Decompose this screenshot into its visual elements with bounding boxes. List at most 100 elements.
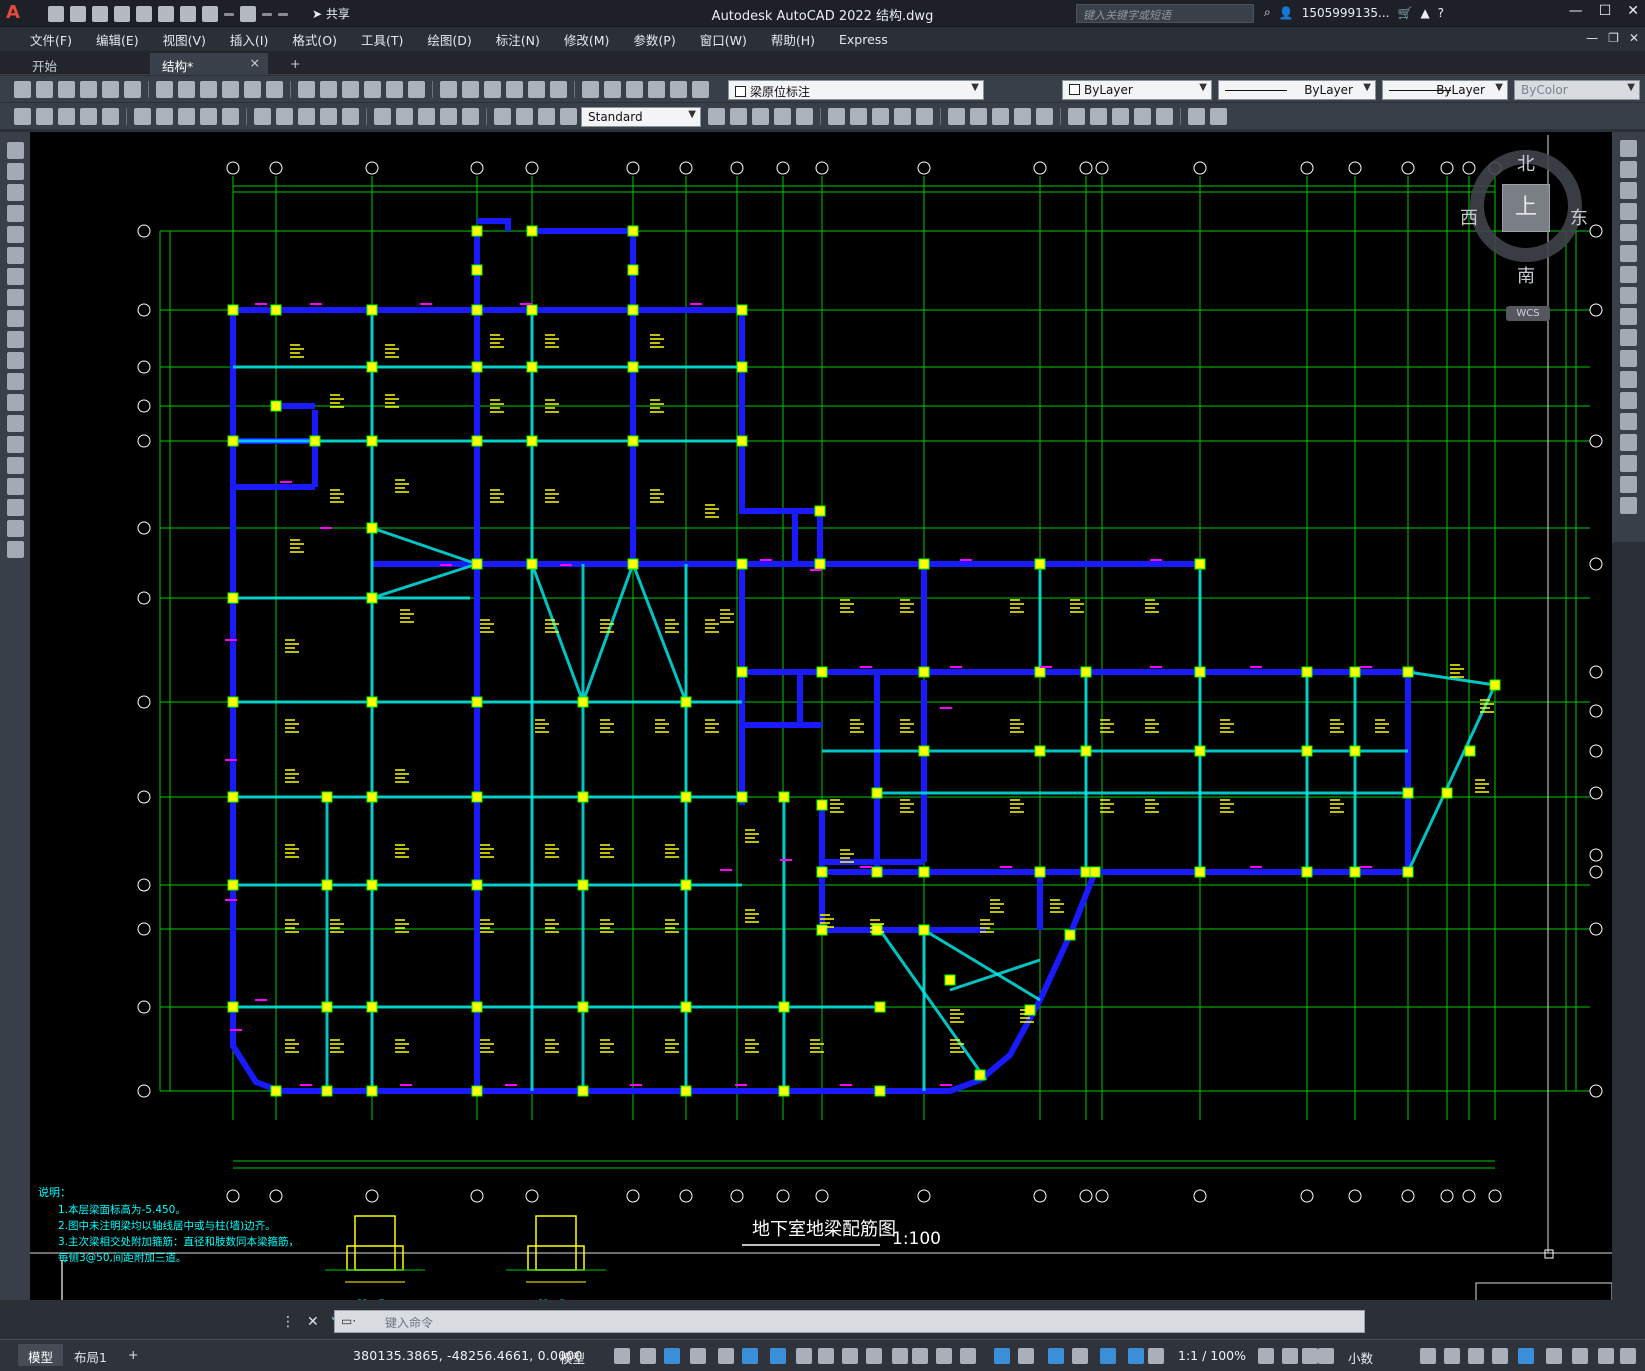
status-toggle-icon[interactable] — [796, 1348, 812, 1364]
view-tool-icon[interactable] — [948, 108, 965, 125]
view-tool-icon[interactable] — [916, 108, 933, 125]
tab-close-icon[interactable]: × — [250, 55, 260, 70]
status-toggle-icon[interactable] — [1318, 1348, 1334, 1364]
standard-tool-icon[interactable] — [266, 81, 283, 98]
status-toggle-icon[interactable] — [718, 1348, 734, 1364]
viewcube-top-face[interactable]: 上 — [1502, 184, 1550, 232]
menu-item-6[interactable]: 绘图(D) — [415, 30, 483, 49]
standard-tool-icon[interactable] — [58, 81, 75, 98]
status-toggle-icon[interactable] — [770, 1348, 786, 1364]
standard-tool-icon[interactable] — [408, 81, 425, 98]
modify-tool-icon[interactable] — [1620, 287, 1637, 304]
standard-tool-icon[interactable] — [462, 81, 479, 98]
modify-tool-icon[interactable] — [1620, 182, 1637, 199]
standard-tool-icon[interactable] — [124, 81, 141, 98]
doc-close-icon[interactable]: ✕ — [1629, 31, 1639, 45]
menu-item-11[interactable]: 帮助(H) — [759, 30, 827, 49]
draw-tool-icon[interactable] — [7, 499, 24, 516]
dimension-tool-icon[interactable] — [440, 108, 457, 125]
standard-tool-icon[interactable] — [244, 81, 261, 98]
share-button[interactable]: ➤ 共享 — [312, 5, 350, 22]
plotstyle-dropdown[interactable]: ByColor ▼ — [1514, 80, 1640, 100]
view-tool-icon[interactable] — [1068, 108, 1085, 125]
modify-tool-icon[interactable] — [1620, 140, 1637, 157]
status-toggle-icon[interactable] — [1100, 1348, 1116, 1364]
standard-tool-icon[interactable] — [14, 81, 31, 98]
standard-tool-icon[interactable] — [298, 81, 315, 98]
add-layout-button[interactable]: + — [118, 1344, 148, 1366]
status-toggle-icon[interactable] — [640, 1348, 656, 1364]
status-toggle-icon[interactable] — [1444, 1348, 1460, 1364]
menu-item-12[interactable]: Express — [827, 32, 900, 47]
modify-tool-icon[interactable] — [1620, 350, 1637, 367]
view-tool-icon[interactable] — [1210, 108, 1227, 125]
draw-tool-icon[interactable] — [7, 184, 24, 201]
modify-tool-icon[interactable] — [1620, 308, 1637, 325]
view-tool-icon[interactable] — [708, 108, 725, 125]
dimension-tool-icon[interactable] — [14, 108, 31, 125]
modify-tool-icon[interactable] — [1620, 476, 1637, 493]
standard-tool-icon[interactable] — [670, 81, 687, 98]
draw-tool-icon[interactable] — [7, 310, 24, 327]
dimension-tool-icon[interactable] — [560, 108, 577, 125]
standard-tool-icon[interactable] — [342, 81, 359, 98]
draw-tool-icon[interactable] — [7, 268, 24, 285]
view-tool-icon[interactable] — [1134, 108, 1151, 125]
close-icon[interactable]: ✕ — [1627, 3, 1639, 19]
redo-dropdown-icon[interactable] — [262, 12, 272, 16]
annotation-scale[interactable]: 1:1 / 100% — [1178, 1348, 1246, 1363]
status-toggle-icon[interactable] — [842, 1348, 858, 1364]
view-tool-icon[interactable] — [970, 108, 987, 125]
undo-icon[interactable] — [202, 6, 218, 22]
dimension-tool-icon[interactable] — [418, 108, 435, 125]
standard-tool-icon[interactable] — [364, 81, 381, 98]
view-tool-icon[interactable] — [796, 108, 813, 125]
redo-icon[interactable] — [240, 6, 256, 22]
dimension-tool-icon[interactable] — [374, 108, 391, 125]
modify-tool-icon[interactable] — [1620, 329, 1637, 346]
command-input[interactable]: ▭· 键入命令 — [334, 1310, 1365, 1333]
viewcube-south[interactable]: 南 — [1517, 262, 1535, 288]
modify-tool-icon[interactable] — [1620, 434, 1637, 451]
undo-dropdown-icon[interactable] — [224, 12, 234, 16]
standard-tool-icon[interactable] — [80, 81, 97, 98]
dimension-tool-icon[interactable] — [58, 108, 75, 125]
menu-item-9[interactable]: 参数(P) — [621, 30, 687, 49]
status-toggle-icon[interactable] — [1492, 1348, 1508, 1364]
modify-tool-icon[interactable] — [1620, 224, 1637, 241]
draw-tool-icon[interactable] — [7, 247, 24, 264]
status-toggle-icon[interactable] — [1258, 1348, 1274, 1364]
standard-tool-icon[interactable] — [178, 81, 195, 98]
view-tool-icon[interactable] — [894, 108, 911, 125]
dimension-tool-icon[interactable] — [134, 108, 151, 125]
menu-item-4[interactable]: 格式(O) — [280, 30, 349, 49]
status-toggle-icon[interactable] — [1572, 1348, 1588, 1364]
standard-tool-icon[interactable] — [440, 81, 457, 98]
view-tool-icon[interactable] — [1090, 108, 1107, 125]
draw-tool-icon[interactable] — [7, 331, 24, 348]
standard-tool-icon[interactable] — [320, 81, 337, 98]
dimension-tool-icon[interactable] — [298, 108, 315, 125]
dimension-tool-icon[interactable] — [222, 108, 239, 125]
autodesk-account-icon[interactable]: ▲ — [1420, 6, 1429, 20]
status-toggle-icon[interactable] — [1302, 1348, 1318, 1364]
view-tool-icon[interactable] — [850, 108, 867, 125]
cart-icon[interactable]: 🛒 — [1397, 6, 1412, 20]
view-tool-icon[interactable] — [1112, 108, 1129, 125]
standard-tool-icon[interactable] — [550, 81, 567, 98]
save-icon[interactable] — [92, 6, 108, 22]
modify-tool-icon[interactable] — [1620, 161, 1637, 178]
draw-tool-icon[interactable] — [7, 436, 24, 453]
standard-tool-icon[interactable] — [648, 81, 665, 98]
dimension-tool-icon[interactable] — [254, 108, 271, 125]
status-toggle-icon[interactable] — [912, 1348, 928, 1364]
view-tool-icon[interactable] — [730, 108, 747, 125]
maximize-icon[interactable]: ☐ — [1599, 3, 1612, 19]
standard-tool-icon[interactable] — [604, 81, 621, 98]
save-as-icon[interactable] — [114, 6, 130, 22]
modify-tool-icon[interactable] — [1620, 203, 1637, 220]
tab-model[interactable]: 模型 — [18, 1344, 64, 1366]
lineweight-dropdown[interactable]: ByLayer ▼ — [1382, 80, 1508, 100]
dimension-tool-icon[interactable] — [516, 108, 533, 125]
status-toggle-icon[interactable] — [1018, 1348, 1034, 1364]
